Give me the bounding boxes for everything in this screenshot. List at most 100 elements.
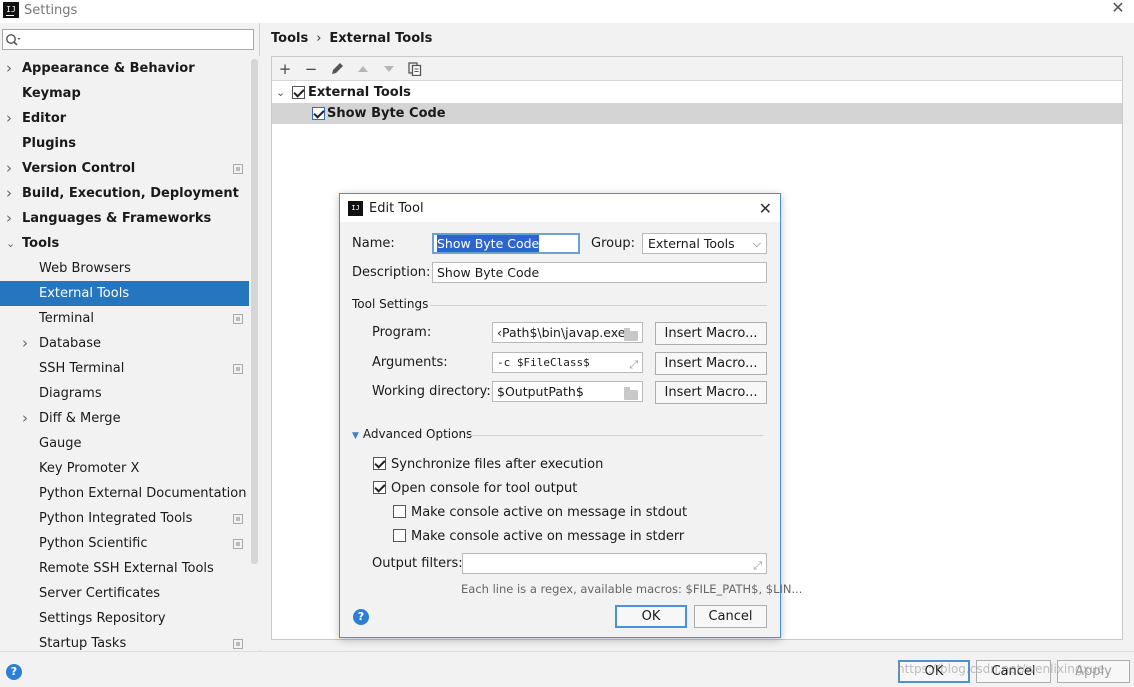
edit-tool-button[interactable] bbox=[328, 60, 346, 78]
working-directory-field[interactable]: $OutputPath$ bbox=[492, 381, 643, 402]
sidebar-item-languages-frameworks[interactable]: › Languages & Frameworks bbox=[0, 206, 249, 231]
name-field[interactable]: Show Byte Code bbox=[432, 233, 580, 254]
remove-tool-button[interactable]: − bbox=[302, 60, 320, 78]
expand-icon[interactable]: ⤢ bbox=[629, 355, 638, 372]
sidebar-item-plugins[interactable]: Plugins bbox=[0, 131, 249, 156]
chevron-right-icon[interactable]: › bbox=[6, 106, 16, 131]
arguments-field[interactable]: -c $FileClass$ ⤢ bbox=[492, 352, 643, 373]
chevron-right-icon[interactable]: › bbox=[6, 56, 16, 81]
chevron-right-icon[interactable]: › bbox=[6, 181, 16, 206]
arguments-insert-macro-button[interactable]: Insert Macro... bbox=[655, 352, 767, 375]
copy-icon bbox=[408, 62, 422, 77]
sidebar-item-python-external-documentation[interactable]: Python External Documentation bbox=[0, 481, 249, 506]
sidebar-item-keymap[interactable]: Keymap bbox=[0, 81, 249, 106]
sidebar-item-diff-merge[interactable]: › Diff & Merge bbox=[0, 406, 249, 431]
group-select[interactable]: External Tools ⌵ bbox=[642, 233, 767, 254]
move-up-button[interactable] bbox=[354, 60, 372, 78]
program-insert-macro-button[interactable]: Insert Macro... bbox=[655, 322, 767, 345]
chevron-right-icon[interactable]: › bbox=[6, 206, 16, 231]
sidebar-item-label: Web Browsers bbox=[39, 261, 131, 276]
output-filters-hint: Each line is a regex, available macros: … bbox=[461, 582, 803, 596]
chevron-down-icon[interactable]: ⌄ bbox=[276, 82, 285, 103]
copy-tool-button[interactable] bbox=[406, 60, 424, 78]
name-value: Show Byte Code bbox=[437, 235, 540, 252]
stderr-active-checkbox[interactable] bbox=[393, 529, 406, 542]
sidebar-item-label: Python Integrated Tools bbox=[39, 511, 193, 526]
chevron-right-icon[interactable]: › bbox=[6, 156, 16, 181]
tools-group-row[interactable]: ⌄ External Tools bbox=[272, 82, 1122, 103]
project-settings-icon bbox=[233, 514, 243, 524]
sidebar-item-diagrams[interactable]: Diagrams bbox=[0, 381, 249, 406]
sidebar-item-python-integrated-tools[interactable]: Python Integrated Tools bbox=[0, 506, 249, 531]
sidebar-item-settings-repository[interactable]: Settings Repository bbox=[0, 606, 249, 631]
arrow-up-icon bbox=[358, 66, 368, 72]
settings-tree: › Appearance & Behavior Keymap › Editor Plugi… bbox=[0, 56, 249, 656]
tool-checkbox[interactable] bbox=[312, 107, 325, 120]
move-down-button[interactable] bbox=[380, 60, 398, 78]
stderr-active-option[interactable]: Make console active on message in stderr bbox=[393, 528, 684, 546]
settings-search-input[interactable] bbox=[23, 31, 251, 48]
intellij-app-icon: IJ bbox=[3, 2, 19, 18]
group-checkbox[interactable] bbox=[292, 86, 305, 99]
description-field[interactable]: Show Byte Code bbox=[432, 262, 767, 283]
sidebar-item-version-control[interactable]: › Version Control bbox=[0, 156, 249, 181]
triangle-down-icon: ▼ bbox=[352, 431, 359, 441]
settings-sidebar: › Appearance & Behavior Keymap › Editor Plugi… bbox=[0, 23, 260, 651]
sidebar-item-python-scientific[interactable]: Python Scientific bbox=[0, 531, 249, 556]
settings-search-box[interactable] bbox=[2, 29, 254, 50]
project-settings-icon bbox=[233, 639, 243, 649]
sidebar-item-database[interactable]: › Database bbox=[0, 331, 249, 356]
sidebar-item-editor[interactable]: › Editor bbox=[0, 106, 249, 131]
add-tool-button[interactable]: + bbox=[276, 60, 294, 78]
stdout-active-option[interactable]: Make console active on message in stdout bbox=[393, 504, 687, 522]
sidebar-item-server-certificates[interactable]: Server Certificates bbox=[0, 581, 249, 606]
dialog-ok-button[interactable]: OK bbox=[615, 605, 687, 628]
folder-icon[interactable] bbox=[624, 387, 638, 401]
open-console-option[interactable]: Open console for tool output bbox=[373, 480, 577, 498]
description-label: Description: bbox=[352, 265, 431, 280]
sidebar-item-ssh-terminal[interactable]: SSH Terminal bbox=[0, 356, 249, 381]
stderr-active-label: Make console active on message in stderr bbox=[411, 529, 685, 544]
sidebar-item-key-promoter-x[interactable]: Key Promoter X bbox=[0, 456, 249, 481]
window-close-icon[interactable]: ✕ bbox=[1110, 0, 1126, 16]
chevron-down-icon[interactable]: ⌄ bbox=[6, 231, 16, 256]
sidebar-item-label: Appearance & Behavior bbox=[22, 61, 195, 76]
dialog-close-icon[interactable]: ✕ bbox=[759, 199, 772, 218]
working-directory-value: $OutputPath$ bbox=[497, 384, 584, 399]
sidebar-item-external-tools[interactable]: External Tools bbox=[0, 281, 249, 306]
sidebar-item-label: Terminal bbox=[39, 311, 94, 326]
advanced-options-divider bbox=[470, 435, 763, 436]
stdout-active-checkbox[interactable] bbox=[393, 505, 406, 518]
program-field[interactable]: ‹Path$\bin\javap.exe bbox=[492, 322, 643, 343]
sidebar-item-label: Server Certificates bbox=[39, 586, 161, 601]
folder-icon[interactable] bbox=[624, 328, 638, 342]
open-console-checkbox[interactable] bbox=[373, 481, 386, 494]
sidebar-item-build-execution-deployment[interactable]: › Build, Execution, Deployment bbox=[0, 181, 249, 206]
tool-settings-divider bbox=[430, 305, 767, 306]
sidebar-item-label: Gauge bbox=[39, 436, 82, 451]
chevron-right-icon[interactable]: › bbox=[22, 331, 32, 356]
output-filters-field[interactable]: ⤢ bbox=[462, 553, 767, 574]
project-settings-icon bbox=[233, 364, 243, 374]
sidebar-item-web-browsers[interactable]: Web Browsers bbox=[0, 256, 249, 281]
tool-row-show-byte-code[interactable]: Show Byte Code bbox=[272, 103, 1122, 124]
dialog-cancel-button[interactable]: Cancel bbox=[694, 605, 767, 628]
tools-toolbar: + − bbox=[272, 57, 1122, 81]
sidebar-item-gauge[interactable]: Gauge bbox=[0, 431, 249, 456]
sync-files-checkbox[interactable] bbox=[373, 457, 386, 470]
sync-files-option[interactable]: Synchronize files after execution bbox=[373, 456, 603, 474]
working-directory-insert-macro-button[interactable]: Insert Macro... bbox=[655, 381, 767, 404]
sidebar-item-terminal[interactable]: Terminal bbox=[0, 306, 249, 331]
sidebar-item-appearance-behavior[interactable]: › Appearance & Behavior bbox=[0, 56, 249, 81]
chevron-right-icon[interactable]: › bbox=[22, 406, 32, 431]
description-value: Show Byte Code bbox=[437, 265, 540, 280]
dialog-help-icon[interactable]: ? bbox=[353, 609, 369, 625]
help-icon[interactable]: ? bbox=[6, 664, 22, 680]
sidebar-item-remote-ssh-external-tools[interactable]: Remote SSH External Tools bbox=[0, 556, 249, 581]
advanced-options-toggle[interactable]: ▼ Advanced Options bbox=[352, 427, 472, 441]
sidebar-item-tools[interactable]: ⌄ Tools bbox=[0, 231, 249, 256]
sidebar-scrollbar-thumb[interactable] bbox=[251, 59, 258, 564]
sidebar-item-label: Settings Repository bbox=[39, 611, 166, 626]
expand-icon[interactable]: ⤢ bbox=[753, 556, 762, 573]
project-settings-icon bbox=[233, 314, 243, 324]
